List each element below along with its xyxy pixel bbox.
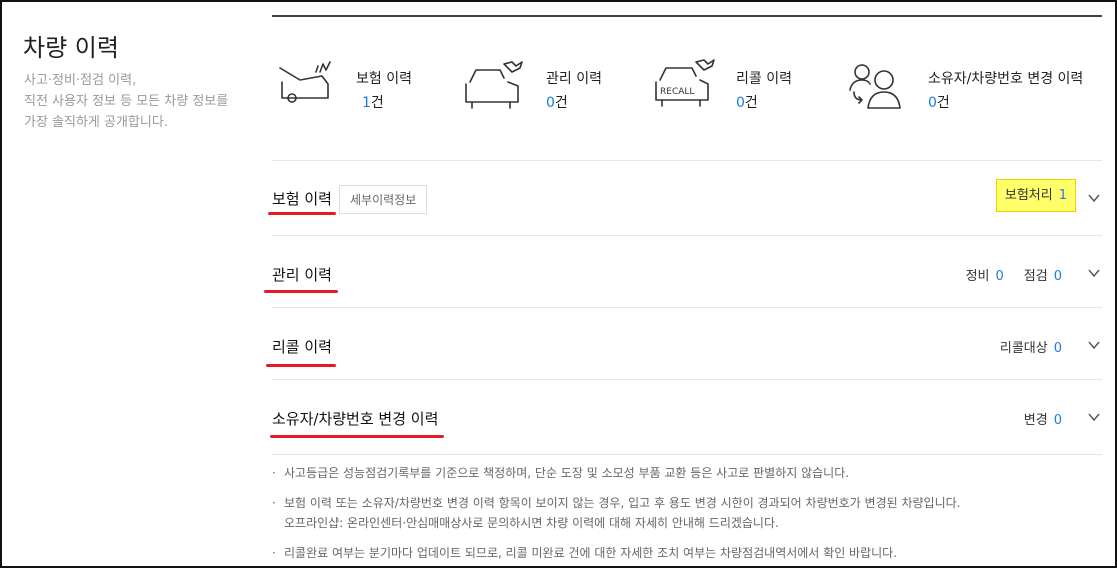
info-label: 정비: [965, 269, 990, 284]
section-underline: [268, 212, 336, 215]
page-description: 사고·정비·점검 이력, 직전 사용자 정보 등 모든 차량 정보를 가장 솔직…: [24, 70, 254, 133]
page-title: 차량 이력: [23, 34, 119, 62]
summary-label: 소유자/차량번호 변경 이력: [928, 71, 1084, 87]
chevron-down-icon[interactable]: [1088, 411, 1100, 423]
maintenance-info: 정비 0 점검 0: [966, 265, 1062, 284]
count-unit: 건: [554, 95, 568, 111]
summary-count: 0건: [546, 92, 568, 112]
count-unit: 건: [370, 95, 384, 111]
summary-recall: RECALL 리콜 이력 0건: [654, 58, 824, 118]
note-text: 보험 이력 또는 소유자/차량번호 변경 이력 항목이 보이지 않는 경우, 입…: [284, 496, 961, 510]
recall-icon: RECALL: [655, 59, 715, 107]
info-value: 0: [1053, 341, 1062, 356]
note-text: 사고등급은 성능점검기록부를 기준으로 책정하며, 단순 도장 및 소모성 부품…: [284, 466, 850, 480]
history-panel: 차량 이력 사고·정비·점검 이력, 직전 사용자 정보 등 모든 차량 정보를…: [0, 0, 1117, 568]
note-item: 오프라인샵: 온라인센터·안심매매상사로 문의하시면 차량 이력에 대해 자세히…: [272, 513, 779, 533]
info-label: 점검: [1023, 269, 1048, 284]
note-text: 오프라인샵: 온라인센터·안심매매상사로 문의하시면 차량 이력에 대해 자세히…: [284, 516, 779, 530]
top-divider: [272, 15, 1102, 17]
summary-insurance: 보험 이력 1건: [278, 58, 448, 118]
count-value: 0: [736, 95, 745, 111]
count-value: 0: [928, 95, 937, 111]
summary-maintenance: 관리 이력 0건: [464, 58, 634, 118]
car-wrench-icon: [465, 61, 523, 109]
count-unit: 건: [744, 95, 758, 111]
car-crash-icon: [279, 61, 331, 103]
recall-info: 리콜대상 0: [1000, 337, 1062, 356]
section-owner-change[interactable]: 소유자/차량번호 변경 이력 변경 0: [270, 379, 1102, 455]
info-value: 0: [995, 269, 1004, 284]
note-item: · 보험 이력 또는 소유자/차량번호 변경 이력 항목이 보이지 않는 경우, …: [272, 496, 961, 510]
description-line: 직전 사용자 정보 등 모든 차량 정보를: [24, 94, 229, 109]
info-value: 0: [1053, 269, 1062, 284]
summary-label: 리콜 이력: [736, 71, 792, 87]
section-title: 소유자/차량번호 변경 이력: [272, 410, 439, 428]
history-summary: 보험 이력 1건 관리 이력 0건 RECALL 리콜 이력 0건 소유자/차량…: [272, 58, 1102, 118]
summary-label: 관리 이력: [546, 71, 602, 87]
info-value: 1: [1058, 188, 1067, 203]
summary-label: 보험 이력: [356, 71, 412, 87]
note-item: · 리콜완료 여부는 분기마다 업데이트 되므로, 리콜 미완료 건에 대한 자세…: [272, 546, 898, 560]
info-label: 변경: [1023, 413, 1048, 428]
info-value: 0: [1053, 413, 1062, 428]
section-underline: [266, 364, 336, 367]
summary-count: 0건: [736, 92, 758, 112]
section-insurance[interactable]: 보험 이력 세부이력정보 보험처리 1: [268, 160, 1102, 236]
section-maintenance[interactable]: 관리 이력 정비 0 점검 0: [264, 235, 1102, 308]
chevron-down-icon[interactable]: [1088, 267, 1100, 279]
info-label: 보험처리: [1004, 188, 1053, 203]
summary-count: 1건: [362, 92, 384, 112]
section-underline: [264, 290, 338, 293]
section-title: 리콜 이력: [272, 338, 332, 356]
chevron-down-icon[interactable]: [1088, 192, 1100, 204]
insurance-claim-badge: 보험처리 1: [995, 179, 1076, 212]
description-line: 사고·정비·점검 이력,: [24, 73, 137, 88]
description-line: 가장 솔직하게 공개합니다.: [24, 115, 168, 130]
summary-count: 0건: [928, 92, 950, 112]
chevron-down-icon[interactable]: [1088, 339, 1100, 351]
summary-owner-change: 소유자/차량번호 변경 이력 0건: [846, 58, 1102, 118]
owner-change-icon: [849, 64, 901, 109]
section-title: 관리 이력: [272, 266, 332, 284]
section-title: 보험 이력: [272, 190, 332, 208]
count-value: 1: [362, 95, 371, 111]
note-item: · 사고등급은 성능점검기록부를 기준으로 책정하며, 단순 도장 및 소모성 부…: [272, 466, 850, 480]
count-value: 0: [546, 95, 555, 111]
owner-change-info: 변경 0: [1024, 409, 1062, 428]
insurance-claim-info: 보험처리 1: [995, 179, 1076, 212]
notes-list: · 사고등급은 성능점검기록부를 기준으로 책정하며, 단순 도장 및 소모성 부…: [272, 454, 1102, 560]
section-recall[interactable]: 리콜 이력 리콜대상 0: [266, 307, 1102, 380]
detail-history-tag[interactable]: 세부이력정보: [339, 185, 428, 214]
svg-text:RECALL: RECALL: [660, 87, 694, 97]
count-unit: 건: [936, 95, 950, 111]
info-label: 리콜대상: [999, 341, 1048, 356]
section-underline: [270, 435, 444, 438]
note-text: 리콜완료 여부는 분기마다 업데이트 되므로, 리콜 미완료 건에 대한 자세한…: [284, 546, 898, 560]
